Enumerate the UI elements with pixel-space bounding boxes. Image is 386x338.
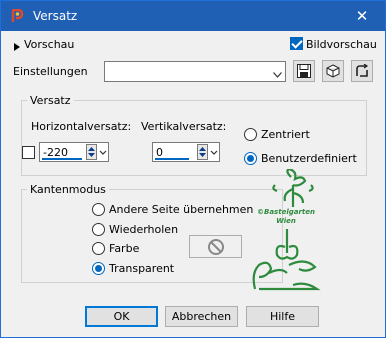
save-preset-button[interactable] bbox=[293, 60, 315, 82]
floppy-disk-icon bbox=[297, 64, 311, 81]
watermark-text: ©Bastelgarten Wien bbox=[255, 208, 317, 230]
bastelgarten-watermark: ©Bastelgarten Wien bbox=[245, 169, 327, 297]
manage-presets-button[interactable] bbox=[322, 60, 344, 82]
edge-option-label: Wiederholen bbox=[109, 223, 179, 236]
app-icon bbox=[10, 8, 24, 23]
focus-underline bbox=[42, 158, 82, 160]
horizontal-offset-label: Horizontalversatz: bbox=[31, 120, 132, 133]
color-swatch-button[interactable] bbox=[189, 235, 242, 258]
centered-label: Zentriert bbox=[261, 128, 310, 141]
custom-label: Benutzerdefiniert bbox=[261, 152, 357, 165]
settings-label: Einstellungen bbox=[13, 65, 88, 78]
focus-underline bbox=[155, 158, 189, 160]
cancel-button[interactable]: Abbrechen bbox=[165, 306, 238, 327]
title-bar[interactable]: Versatz ✕ bbox=[1, 1, 385, 31]
ok-button[interactable]: OK bbox=[85, 306, 158, 327]
edge-option-label: Andere Seite übernehmen bbox=[109, 203, 254, 216]
vertical-offset-spinner[interactable] bbox=[197, 144, 208, 160]
vertical-offset-dropdown[interactable] bbox=[210, 144, 218, 160]
horizontal-offset-spinner[interactable] bbox=[86, 144, 97, 160]
image-preview-checkbox[interactable] bbox=[290, 37, 303, 50]
no-color-icon bbox=[207, 238, 225, 259]
close-button[interactable]: ✕ bbox=[339, 1, 385, 31]
edge-option-radio[interactable] bbox=[92, 262, 105, 275]
custom-radio[interactable] bbox=[244, 152, 257, 165]
window-title: Versatz bbox=[33, 9, 78, 23]
flower-ornament-icon bbox=[252, 169, 321, 291]
edge-option-label: Transparent bbox=[109, 262, 175, 275]
preview-toggle[interactable]: Vorschau bbox=[14, 38, 94, 52]
watermark-line-2: Wien bbox=[276, 217, 296, 225]
vertical-offset-label: Vertikalversatz: bbox=[141, 120, 227, 133]
watermark-line-1: ©Bastelgarten bbox=[257, 208, 315, 216]
chevron-down-icon bbox=[273, 68, 282, 81]
vertical-offset-input[interactable]: 0 bbox=[152, 142, 220, 162]
settings-dropdown[interactable] bbox=[104, 61, 286, 82]
offset-group-legend: Versatz bbox=[27, 94, 74, 107]
dialog-window: Versatz ✕ Vorschau Bildvorschau Einstell… bbox=[0, 0, 386, 338]
centered-radio[interactable] bbox=[244, 128, 257, 141]
horizontal-offset-dropdown[interactable] bbox=[99, 144, 107, 160]
link-offsets-checkbox[interactable] bbox=[22, 146, 35, 159]
help-button[interactable]: Hilfe bbox=[246, 306, 319, 327]
edge-option-radio[interactable] bbox=[92, 242, 105, 255]
edge-option-label: Farbe bbox=[109, 242, 140, 255]
horizontal-offset-input[interactable]: -220 bbox=[39, 142, 109, 162]
image-preview-label: Bildvorschau bbox=[306, 38, 377, 51]
preview-label: Vorschau bbox=[24, 38, 75, 51]
reset-icon bbox=[355, 63, 369, 81]
triangle-right-icon bbox=[14, 41, 20, 54]
edge-mode-legend: Kantenmodus bbox=[27, 183, 109, 196]
edge-option-radio[interactable] bbox=[92, 203, 105, 216]
edge-option-radio[interactable] bbox=[92, 223, 105, 236]
reset-button[interactable] bbox=[351, 60, 373, 82]
cube-icon bbox=[326, 64, 340, 81]
